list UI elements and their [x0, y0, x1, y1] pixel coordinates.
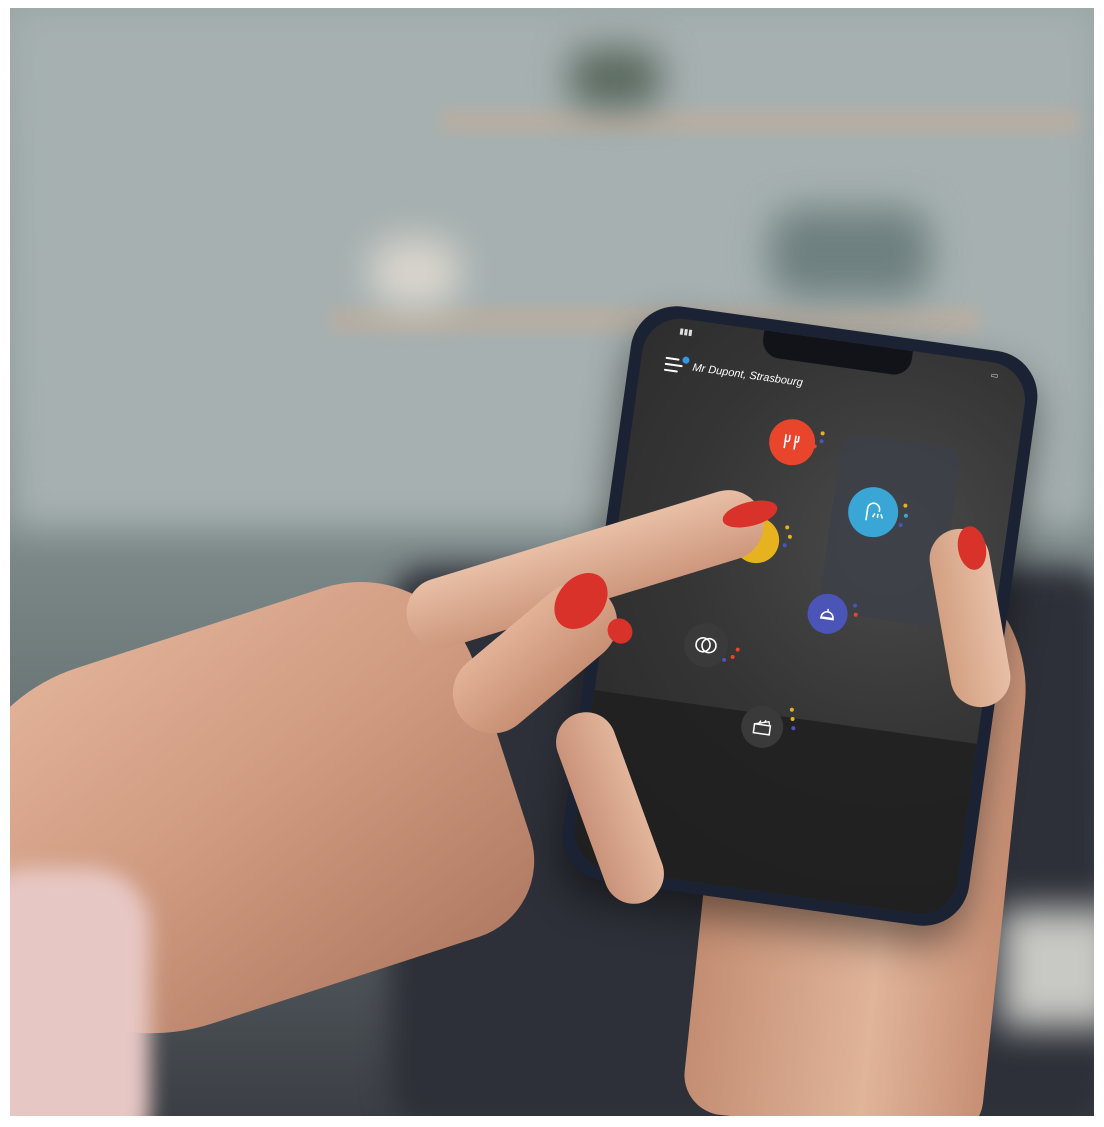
signal-icon: ▮▮▮: [678, 326, 694, 338]
sleeve: [10, 868, 150, 1116]
bell-icon: [819, 608, 834, 621]
rings-icon: [695, 636, 717, 654]
clapperboard-icon: [752, 719, 772, 736]
hamburger-menu-icon[interactable]: [663, 356, 690, 374]
events-button[interactable]: [681, 620, 731, 671]
photo: ▮▮▮ ▭ Mr Dupont, Strasbourg: [10, 8, 1094, 1116]
battery-icon: ▭: [990, 370, 999, 381]
app-header: Mr Dupont, Strasbourg: [663, 356, 804, 390]
notification-dot: [682, 356, 690, 365]
shelf-jars: [770, 208, 930, 298]
plant: [570, 48, 660, 108]
cutlery-icon: [783, 434, 800, 450]
shelf-decor: [370, 238, 460, 308]
side-table: [1000, 908, 1094, 1028]
restaurant-button[interactable]: [766, 416, 819, 469]
upper-shelf: [440, 108, 1080, 134]
shower-icon: [865, 502, 884, 521]
user-label: Mr Dupont, Strasbourg: [691, 361, 804, 390]
